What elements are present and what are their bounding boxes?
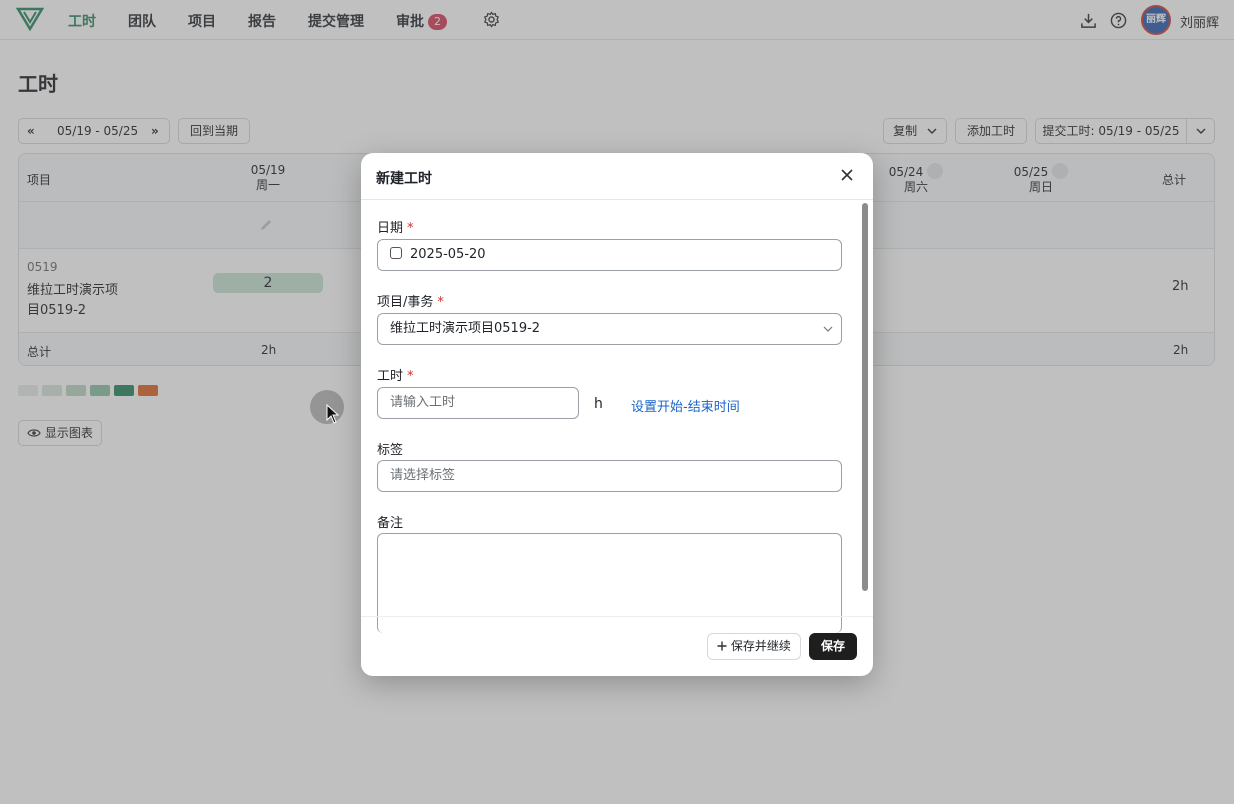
dialog-title: 新建工时: [376, 171, 432, 187]
project-select[interactable]: 维拉工时演示项目0519-2: [377, 313, 842, 345]
hours-input[interactable]: 请输入工时: [377, 387, 579, 419]
date-value: 2025-05-20: [410, 247, 486, 262]
dialog-scrollbar-thumb[interactable]: [862, 203, 868, 591]
set-start-end-time-link[interactable]: 设置开始-结束时间: [631, 396, 740, 415]
tags-label: 标签: [377, 443, 404, 458]
date-label: 日期 *: [377, 217, 414, 236]
notes-label: 备注: [377, 516, 404, 531]
hours-label-text: 工时: [377, 369, 404, 384]
save-button[interactable]: 保存: [809, 633, 857, 660]
hours-label: 工时 *: [377, 365, 414, 384]
project-value: 维拉工时演示项目0519-2: [390, 321, 541, 336]
dialog-header-divider: [361, 199, 873, 200]
tags-select[interactable]: 请选择标签: [377, 460, 842, 492]
project-label: 项目/事务 *: [377, 291, 444, 310]
save-and-continue-button[interactable]: 保存并继续: [707, 633, 801, 660]
date-label-text: 日期: [377, 221, 404, 236]
calendar-icon: [390, 247, 402, 259]
required-mark: *: [437, 295, 444, 310]
required-mark: *: [407, 369, 414, 384]
notes-textarea[interactable]: [377, 533, 842, 633]
project-label-text: 项目/事务: [377, 295, 434, 310]
close-icon[interactable]: [839, 167, 855, 183]
hours-unit: h: [594, 396, 603, 412]
required-mark: *: [407, 221, 414, 236]
tags-placeholder: 请选择标签: [390, 468, 456, 483]
mouse-cursor-icon: [326, 404, 340, 424]
new-time-entry-dialog: 新建工时 日期 * 2025-05-20 项目/事务 * 维拉工时演示项目0519-…: [361, 153, 873, 676]
date-field[interactable]: 2025-05-20: [377, 239, 842, 271]
dialog-footer-divider: [361, 616, 873, 617]
chevron-down-icon: [823, 326, 833, 332]
hours-placeholder: 请输入工时: [390, 395, 456, 410]
save-and-continue-label: 保存并继续: [730, 639, 791, 653]
plus-icon: [717, 641, 727, 651]
